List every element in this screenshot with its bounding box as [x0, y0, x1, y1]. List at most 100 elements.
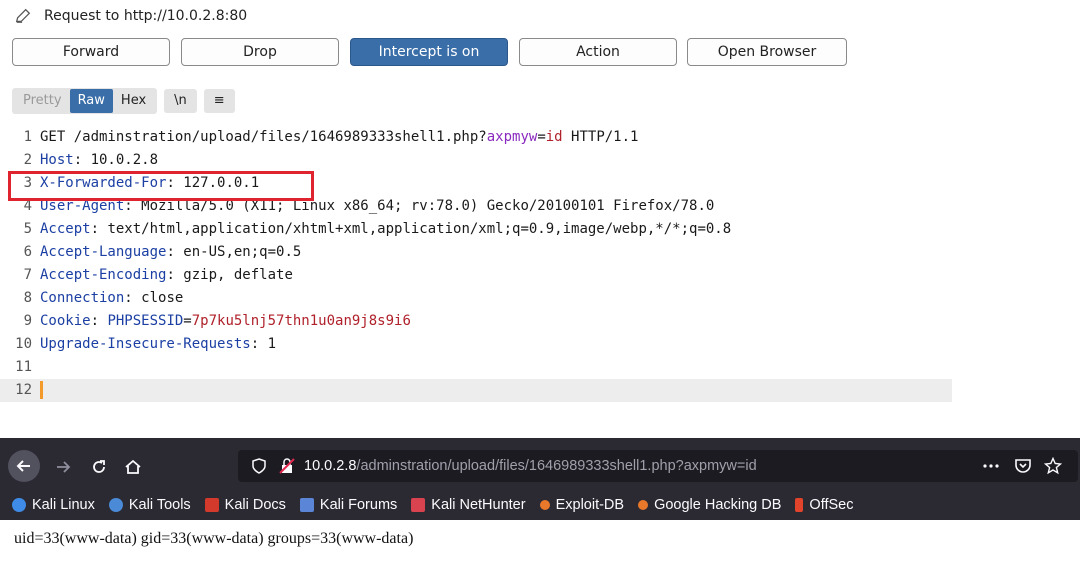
shield-icon[interactable] — [248, 455, 270, 477]
forward-button[interactable]: Forward — [12, 38, 170, 66]
highlight-box — [8, 171, 314, 201]
home-icon[interactable] — [122, 456, 144, 478]
action-button[interactable]: Action — [519, 38, 677, 66]
reload-icon[interactable] — [88, 456, 110, 478]
forward-arrow-icon[interactable] — [52, 456, 74, 478]
header-name: Accept-Encoding — [40, 267, 167, 283]
kali-docs-icon — [204, 498, 219, 512]
bookmark-label: Kali Tools — [128, 497, 191, 513]
line-number: 8 — [23, 290, 32, 306]
tab-raw[interactable]: Raw — [69, 89, 113, 113]
header-line: Accept: text/html,application/xhtml+xml,… — [40, 221, 732, 237]
bookmarks-toolbar: Kali Linux Kali Tools Kali Docs Kali For… — [0, 492, 1080, 518]
header-line: Upgrade-Insecure-Requests: 1 — [40, 336, 277, 352]
line-number: 10 — [15, 336, 32, 352]
cookie-name: PHPSESSID — [107, 313, 184, 329]
bookmark-label: Kali Docs — [224, 497, 286, 513]
header-value: en-US,en;q=0.5 — [183, 244, 302, 260]
line-number: 11 — [15, 359, 32, 375]
code-line: 10 Upgrade-Insecure-Requests: 1 — [0, 333, 952, 356]
bookmark-kali-nethunter[interactable]: Kali NetHunter — [411, 497, 526, 513]
header-value: text/html,application/xhtml+xml,applicat… — [107, 221, 732, 237]
tab-hex[interactable]: Hex — [113, 89, 154, 113]
insecure-lock-icon[interactable] — [276, 455, 298, 477]
pocket-icon[interactable] — [1012, 455, 1034, 477]
cookie-value: 7p7ku5lnj57thn1u0an9j8s9i6 — [191, 313, 411, 329]
header-value: 1 — [267, 336, 277, 352]
query-param-name: axpmyw — [486, 129, 538, 145]
header-value: gzip, deflate — [183, 267, 293, 283]
bookmark-label: Kali Forums — [319, 497, 398, 513]
bookmark-offsec[interactable]: OffSec — [795, 497, 853, 513]
bookmark-label: Google Hacking DB — [654, 497, 782, 513]
header-name: Accept-Language — [40, 244, 167, 260]
newline-toggle-button[interactable]: \n — [164, 89, 197, 113]
code-line: 9 Cookie: PHPSESSID=7p7ku5lnj57thn1u0an9… — [0, 310, 952, 333]
header-line: Accept-Language: en-US,en;q=0.5 — [40, 244, 302, 260]
line-number: 5 — [23, 221, 32, 237]
exploit-db-icon — [539, 500, 550, 510]
bookmark-label: Kali Linux — [32, 497, 95, 513]
header-name: Cookie — [40, 313, 91, 329]
ghdb-icon — [638, 500, 649, 510]
code-line: 6 Accept-Language: en-US,en;q=0.5 — [0, 241, 952, 264]
view-mode-group: Pretty Raw Hex — [12, 88, 158, 114]
query-param-value: id — [545, 129, 563, 145]
url-path: /adminstration/upload/files/1646989333sh… — [356, 458, 757, 474]
command-output: uid=33(www-data) gid=33(www-data) groups… — [14, 530, 414, 547]
http-version: HTTP/1.1 — [562, 129, 639, 145]
line-number: 9 — [23, 313, 32, 329]
query-equals: = — [537, 129, 546, 145]
line-number: 6 — [23, 244, 32, 260]
menu-icon[interactable]: ≡ — [203, 89, 235, 113]
header-value: close — [141, 290, 184, 306]
bookmark-kali-docs[interactable]: Kali Docs — [204, 497, 286, 513]
url-text[interactable]: 10.0.2.8/adminstration/upload/files/1646… — [304, 450, 757, 482]
line-number: 2 — [23, 152, 32, 168]
bookmark-exploit-db[interactable]: Exploit-DB — [539, 497, 625, 513]
url-host: 10.0.2.8 — [304, 458, 357, 474]
bookmark-label: Kali NetHunter — [431, 497, 526, 513]
pencil-icon — [15, 8, 31, 23]
drop-button[interactable]: Drop — [181, 38, 339, 66]
bookmark-kali-linux[interactable]: Kali Linux — [12, 497, 95, 513]
code-line: 8 Connection: close — [0, 287, 952, 310]
header-name: Accept — [40, 221, 91, 237]
line-number: 12 — [15, 382, 32, 398]
star-bookmark-icon[interactable] — [1042, 455, 1064, 477]
bookmark-kali-forums[interactable]: Kali Forums — [299, 497, 398, 513]
kali-nethunter-icon — [411, 498, 426, 512]
code-line: 2 Host: 10.0.2.8 — [0, 149, 952, 172]
tab-pretty[interactable]: Pretty — [15, 89, 70, 113]
cookie-equals: = — [183, 313, 192, 329]
header-name: Host — [40, 152, 74, 168]
navigation-bar: 10.0.2.8/adminstration/upload/files/1646… — [0, 446, 1080, 486]
request-title: Request to http://10.0.2.8:80 — [44, 8, 248, 24]
bookmark-label: Exploit-DB — [555, 497, 625, 513]
open-browser-button[interactable]: Open Browser — [687, 38, 847, 66]
header-line: Cookie: PHPSESSID=7p7ku5lnj57thn1u0an9j8… — [40, 313, 411, 329]
line-number: 1 — [23, 129, 32, 145]
request-path: GET /adminstration/upload/files/16469893… — [40, 129, 487, 145]
code-line: 5 Accept: text/html,application/xhtml+xm… — [0, 218, 952, 241]
intercept-toggle-button[interactable]: Intercept is on — [350, 38, 508, 66]
text-cursor — [40, 379, 43, 402]
code-line: 1 GET /adminstration/upload/files/164698… — [0, 126, 952, 149]
burp-proxy-panel: Request to http://10.0.2.8:80 Forward Dr… — [0, 0, 952, 420]
code-line: 7 Accept-Encoding: gzip, deflate — [0, 264, 952, 287]
more-actions-icon[interactable] — [980, 455, 1002, 477]
header-name: Connection — [40, 290, 125, 306]
header-line: Connection: close — [40, 290, 184, 306]
code-line: 11 — [0, 356, 952, 379]
request-title-bar: Request to http://10.0.2.8:80 — [14, 6, 247, 26]
line-number: 7 — [23, 267, 32, 283]
back-arrow-icon[interactable] — [8, 450, 40, 482]
header-line: Host: 10.0.2.8 — [40, 152, 159, 168]
url-bar[interactable]: 10.0.2.8/adminstration/upload/files/1646… — [238, 450, 1078, 482]
header-name: Upgrade-Insecure-Requests — [40, 336, 251, 352]
bookmark-google-hacking-db[interactable]: Google Hacking DB — [638, 497, 781, 513]
request-line: GET /adminstration/upload/files/16469893… — [40, 126, 638, 149]
kali-tools-icon — [108, 498, 123, 512]
bookmark-kali-tools[interactable]: Kali Tools — [108, 497, 191, 513]
header-line: Accept-Encoding: gzip, deflate — [40, 267, 293, 283]
